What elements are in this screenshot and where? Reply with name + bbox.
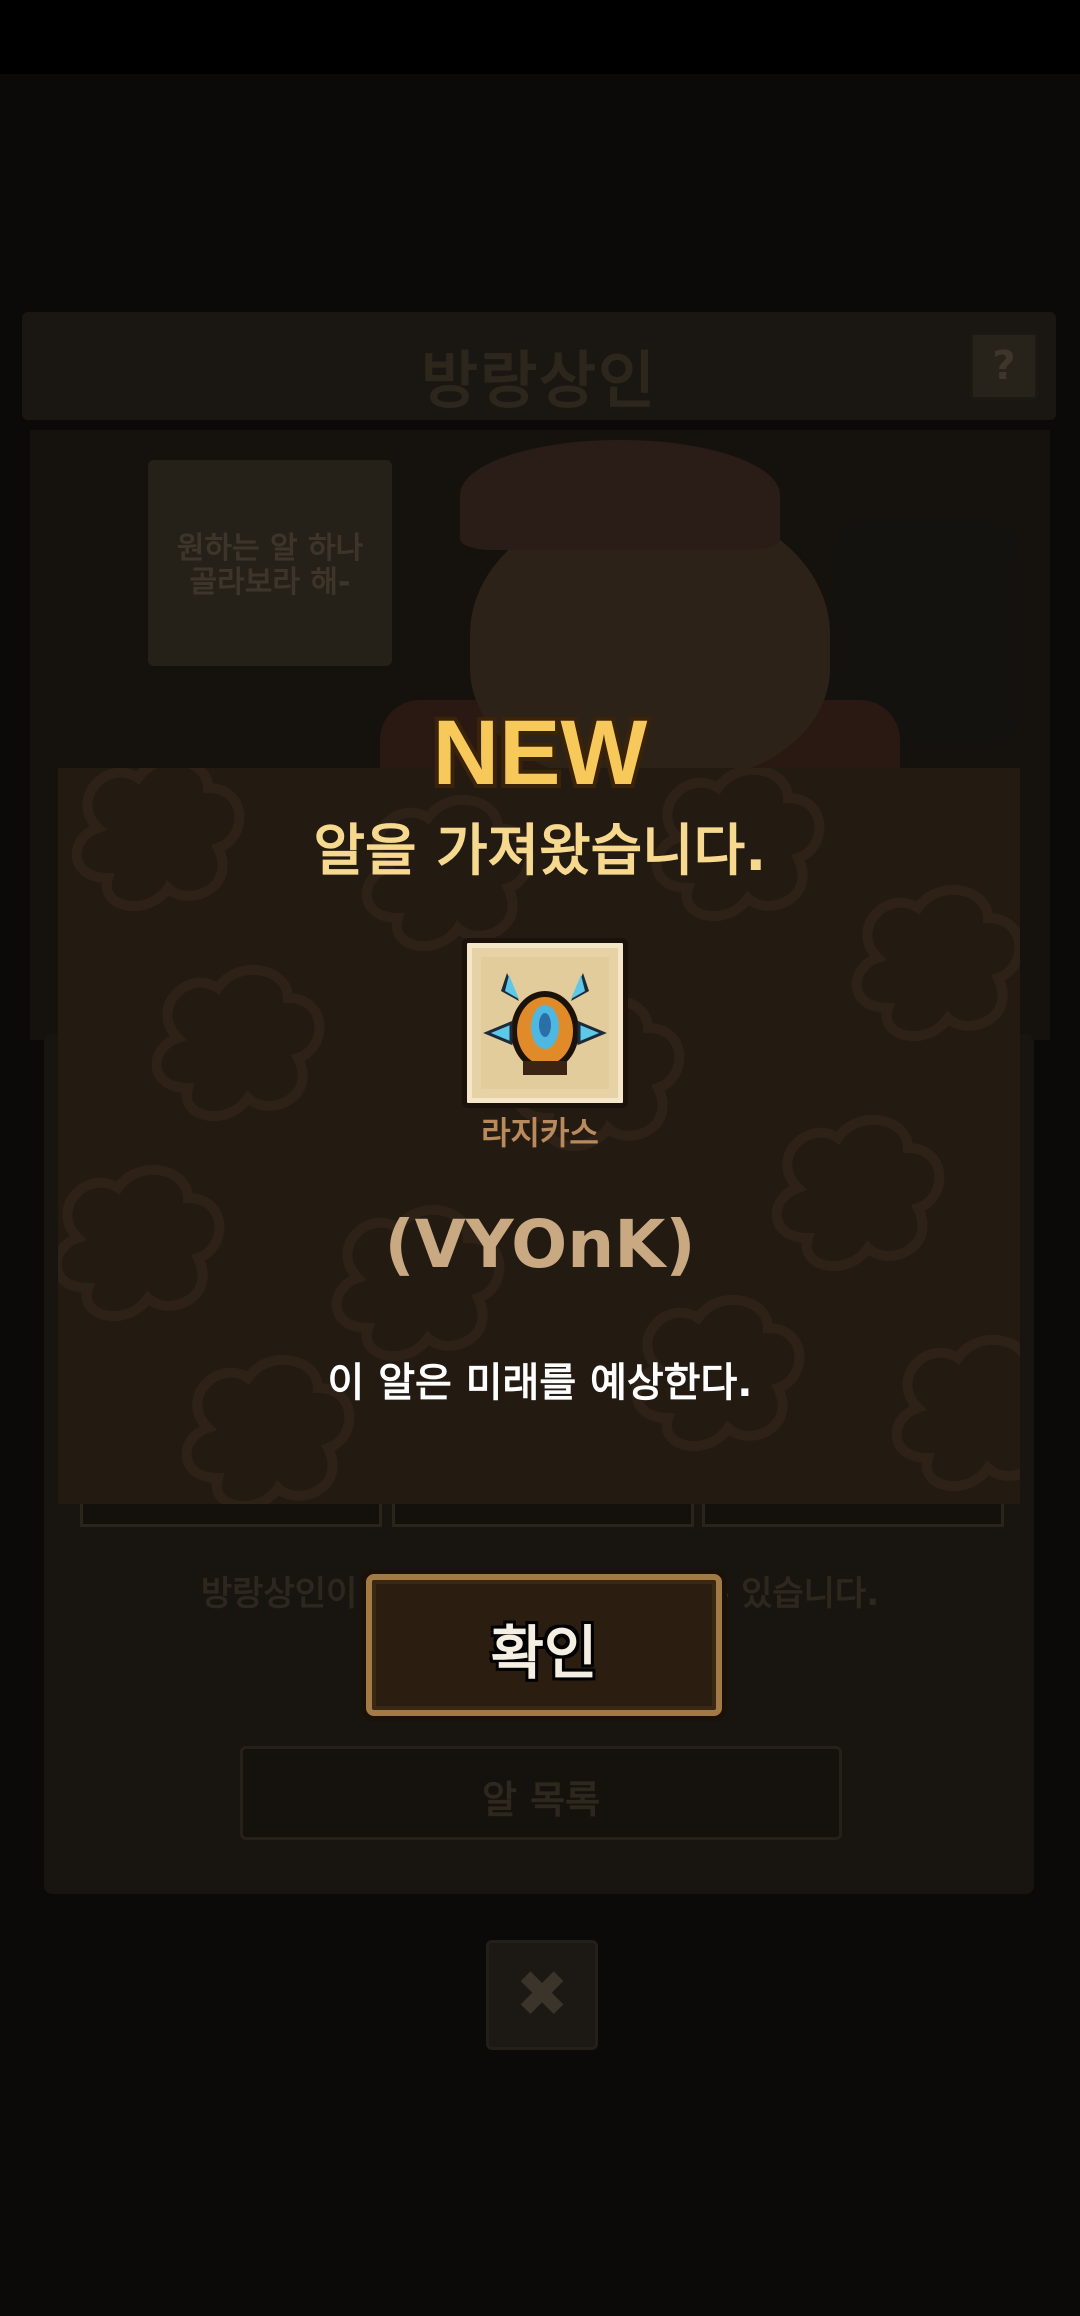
close-icon[interactable]: ✖ (486, 1940, 598, 2050)
egg-icon (481, 957, 609, 1089)
egg-list-label: 알 목록 (481, 1778, 601, 1822)
status-bar (0, 0, 1080, 74)
help-icon[interactable]: ? (970, 332, 1038, 400)
merchant-header: 방랑상인 ? (22, 312, 1056, 420)
confirm-button[interactable]: 확인 (366, 1574, 722, 1716)
merchant-hat (460, 440, 780, 550)
confirm-label: 확인 (490, 1619, 598, 1687)
egg-card (462, 938, 628, 1108)
page-title: 방랑상인 (420, 344, 658, 417)
egg-description: 이 알은 미래를 예상한다. (327, 1360, 753, 1406)
new-badge: NEW (429, 700, 652, 800)
egg-list-button[interactable]: 알 목록 (240, 1746, 842, 1840)
egg-name: 라지카스 (481, 1114, 599, 1152)
dialog-heading: 알을 가져왔습니다. (313, 819, 767, 884)
egg-code: (VYOnK) (384, 1206, 696, 1283)
new-badge-text: NEW (433, 702, 648, 800)
speech-bubble-text: 원하는 알 하나 골라보라 해- (176, 531, 364, 600)
speech-bubble: 원하는 알 하나 골라보라 해- (148, 460, 392, 666)
